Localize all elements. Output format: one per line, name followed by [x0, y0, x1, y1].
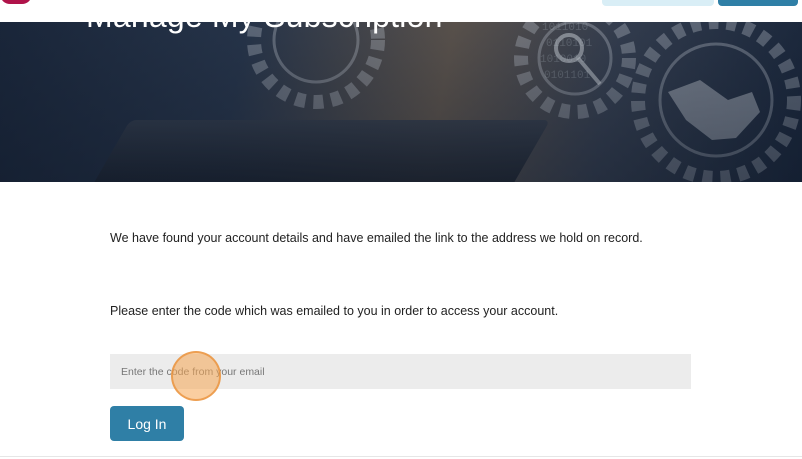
top-navigation [0, 0, 802, 22]
page: 1011010 0110101 1010010 0101101 Manage M… [0, 0, 802, 459]
hero-banner: 1011010 0110101 1010010 0101101 Manage M… [0, 0, 802, 182]
nav-button-primary[interactable] [718, 0, 798, 6]
code-input[interactable] [110, 354, 691, 389]
nav-button-secondary[interactable] [602, 0, 714, 6]
login-button[interactable]: Log In [110, 406, 184, 441]
account-found-message: We have found your account details and h… [110, 231, 643, 245]
enter-code-instructions: Please enter the code which was emailed … [110, 304, 559, 318]
brand-logo[interactable] [0, 0, 32, 4]
divider [0, 456, 802, 457]
